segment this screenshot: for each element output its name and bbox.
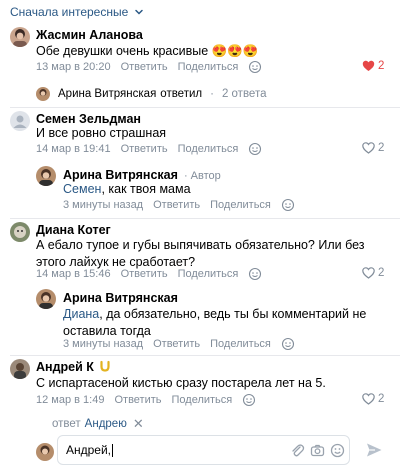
share-button[interactable]: Поделиться xyxy=(178,268,239,280)
horseshoe-icon xyxy=(100,360,110,372)
replies-count[interactable]: 2 ответа xyxy=(222,88,267,100)
reaction-icon[interactable] xyxy=(248,142,262,156)
like-count: 2 xyxy=(378,267,385,279)
reply-meta: 3 минуты назад Ответить Поделиться xyxy=(63,337,295,351)
reply-button[interactable]: Ответить xyxy=(121,61,168,73)
text-caret xyxy=(112,444,114,458)
reply-button[interactable]: Ответить xyxy=(114,394,161,406)
heart-icon xyxy=(362,267,375,279)
reaction-icon[interactable] xyxy=(248,60,262,74)
reply-button[interactable]: Ответить xyxy=(153,338,200,350)
comment-text: Обе девушки очень красивые 😍😍😍 xyxy=(36,44,259,58)
comment-meta: 14 мар в 15:46 Ответить Поделиться xyxy=(36,267,262,281)
chevron-down-icon xyxy=(135,9,144,15)
reply-target: ответ Андрею ✕ xyxy=(52,416,144,432)
like-count: 2 xyxy=(378,60,385,72)
comment-input-value: Андрей, xyxy=(66,443,112,457)
reply-author-name[interactable]: Арина Витрянская xyxy=(63,168,178,182)
attach-icon[interactable] xyxy=(290,443,305,458)
separator: · xyxy=(210,88,214,100)
reply-button[interactable]: Ответить xyxy=(121,268,168,280)
comment-author[interactable]: Диана Котег xyxy=(36,223,111,237)
reaction-icon[interactable] xyxy=(242,393,256,407)
avatar xyxy=(36,443,54,461)
like-button[interactable]: 2 xyxy=(362,60,384,72)
divider xyxy=(10,355,400,356)
reply-prefix: ответ xyxy=(52,418,81,430)
comment-author-name[interactable]: Андрей К xyxy=(36,360,94,374)
reaction-icon[interactable] xyxy=(281,198,295,212)
reply-verb: ответил xyxy=(160,88,203,100)
camera-icon[interactable] xyxy=(310,443,325,458)
reply-button[interactable]: Ответить xyxy=(121,143,168,155)
reply-body: , как твоя мама xyxy=(101,182,191,196)
avatar[interactable] xyxy=(10,359,30,379)
sort-dropdown[interactable]: Сначала интересные xyxy=(10,4,144,20)
reply-text: Семен, как твоя мама xyxy=(63,181,383,198)
comment-time[interactable]: 14 мар в 19:41 xyxy=(36,143,111,155)
share-button[interactable]: Поделиться xyxy=(210,338,271,350)
replies-summary[interactable]: Арина Витрянская ответил · 2 ответа xyxy=(36,85,266,103)
comment-author[interactable]: Семен Зельдман xyxy=(36,112,141,126)
reply-author[interactable]: Арина Витрянская xyxy=(63,291,178,305)
avatar[interactable] xyxy=(36,166,56,186)
heart-icon xyxy=(362,60,375,71)
comment-meta: 14 мар в 19:41 Ответить Поделиться xyxy=(36,142,262,156)
mention-link[interactable]: Семен xyxy=(63,182,101,196)
divider xyxy=(10,107,400,108)
mention-link[interactable]: Диана xyxy=(63,307,99,321)
heart-icon xyxy=(362,393,375,405)
comment-meta: 12 мар в 1:49 Ответить Поделиться xyxy=(36,393,256,407)
sort-label: Сначала интересные xyxy=(10,5,129,19)
reply-body: , да обязательно, ведь ты бы комментарий… xyxy=(63,307,367,338)
reply-button[interactable]: Ответить xyxy=(153,199,200,211)
heart-icon xyxy=(362,142,375,154)
avatar[interactable] xyxy=(10,111,30,131)
reply-to-link[interactable]: Андрею xyxy=(85,418,127,430)
divider xyxy=(10,218,400,219)
reply-time[interactable]: 3 минуты назад xyxy=(63,338,143,350)
avatar xyxy=(36,87,50,101)
avatar[interactable] xyxy=(10,222,30,242)
close-icon[interactable]: ✕ xyxy=(133,416,144,432)
reaction-icon[interactable] xyxy=(248,267,262,281)
comment-meta: 13 мар в 20:20 Ответить Поделиться xyxy=(36,60,262,74)
share-button[interactable]: Поделиться xyxy=(178,143,239,155)
comment-time[interactable]: 13 мар в 20:20 xyxy=(36,61,111,73)
reply-time[interactable]: 3 минуты назад xyxy=(63,199,143,211)
reply-author: Арина Витрянская · Автор xyxy=(63,168,221,182)
like-button[interactable]: 2 xyxy=(362,142,384,154)
comment-text: С испартасеной кистью сразу постарела ле… xyxy=(36,376,326,390)
comment-composer[interactable]: Андрей, xyxy=(57,435,350,465)
comment-text: А ебало тупое и губы выпячивать обязател… xyxy=(36,238,365,269)
reply-author: Арина Витрянская xyxy=(58,88,157,100)
avatar[interactable] xyxy=(10,27,30,47)
reaction-icon[interactable] xyxy=(281,337,295,351)
like-count: 2 xyxy=(378,393,385,405)
like-button[interactable]: 2 xyxy=(362,267,384,279)
comment-time[interactable]: 14 мар в 15:46 xyxy=(36,268,111,280)
comment-author: Андрей К xyxy=(36,360,111,374)
reply-text: Диана, да обязательно, ведь ты бы коммен… xyxy=(63,306,383,340)
avatar[interactable] xyxy=(36,289,56,309)
comment-input[interactable]: Андрей, xyxy=(66,443,114,458)
like-button[interactable]: 2 xyxy=(362,393,384,405)
share-button[interactable]: Поделиться xyxy=(210,199,271,211)
share-button[interactable]: Поделиться xyxy=(172,394,233,406)
share-button[interactable]: Поделиться xyxy=(178,61,239,73)
comment-author[interactable]: Жасмин Аланова xyxy=(36,28,143,42)
like-count: 2 xyxy=(378,142,385,154)
send-icon[interactable] xyxy=(365,441,383,459)
reply-meta: 3 минуты назад Ответить Поделиться xyxy=(63,198,295,212)
comment-time[interactable]: 12 мар в 1:49 xyxy=(36,394,104,406)
emoji-icon[interactable] xyxy=(330,443,345,458)
comment-text: И все ровно страшная xyxy=(36,126,167,140)
